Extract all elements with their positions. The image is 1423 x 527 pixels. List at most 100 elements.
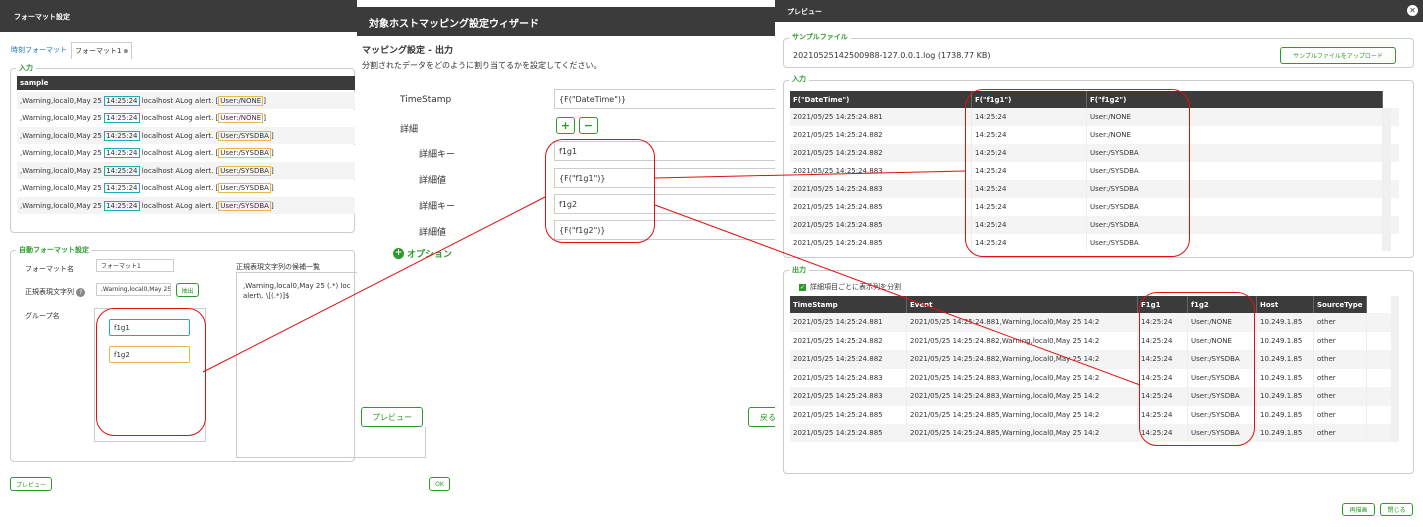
close-icon[interactable]: ✕ xyxy=(1407,5,1418,16)
output-column-header[interactable]: Event xyxy=(907,296,1138,313)
output-column-header[interactable]: TimeStamp xyxy=(790,296,907,313)
sample-row: ,Warning,local0,May 25 14:25:24 localhos… xyxy=(17,92,355,109)
output-table-row[interactable]: 2021/05/25 14:25:24.882 2021/05/25 14:25:… xyxy=(790,350,1391,369)
output-table-cell: 10.249.1.85 xyxy=(1257,424,1314,442)
output-column-header[interactable]: Host xyxy=(1257,296,1314,313)
redisplay-button[interactable]: 再描画 xyxy=(1342,503,1375,516)
auto-format-legend: 自動フォーマット設定 xyxy=(16,245,92,255)
format-name-input[interactable]: フォーマット1 xyxy=(96,259,174,272)
output-table-cell: 2021/05/25 14:25:24.882,Warning,local0,M… xyxy=(907,350,1138,369)
format-settings-title: フォーマット設定 xyxy=(0,0,357,32)
output-table-cell: 2021/05/25 14:25:24.885,Warning,local0,M… xyxy=(907,405,1138,424)
output-table-row[interactable]: 2021/05/25 14:25:24.885 2021/05/25 14:25:… xyxy=(790,405,1391,424)
input-legend: 入力 xyxy=(16,63,36,73)
sample-text: localhost ALog alert. [ xyxy=(139,131,219,140)
output-table-cell: other xyxy=(1314,313,1367,332)
sample-row: ,Warning,local0,May 25 14:25:24 localhos… xyxy=(17,127,355,144)
detail-key-label-2: 詳細キー xyxy=(419,202,456,212)
detail-highlight-circle xyxy=(545,139,655,243)
input-table-cell: 2021/05/25 14:25:24.885 xyxy=(790,198,972,216)
sample-text: ,Warning,local0,May 25 xyxy=(20,131,105,140)
sample-text: ] xyxy=(263,114,266,122)
sample-row: ,Warning,local0,May 25 14:25:24 localhos… xyxy=(17,197,355,214)
output-table-row[interactable]: 2021/05/25 14:25:24.883 2021/05/25 14:25:… xyxy=(790,368,1391,387)
output-table-row[interactable]: 2021/05/25 14:25:24.885 2021/05/25 14:25:… xyxy=(790,424,1391,442)
sample-row: ,Warning,local0,May 25 14:25:24 localhos… xyxy=(17,179,355,197)
output-table-header: TimeStamp Event F1g1 f1g2 Host SourceType xyxy=(790,296,1391,313)
sample-user-tag: User:/SYSDBA xyxy=(218,148,271,158)
output-column-header[interactable]: SourceType xyxy=(1314,296,1367,313)
tab-time-format[interactable]: 時刻フォーマット xyxy=(11,45,67,55)
output-table-cell: 2021/05/25 14:25:24.882 xyxy=(790,331,907,350)
help-icon[interactable]: ? xyxy=(76,288,86,297)
group-name-label: グループ名 xyxy=(25,312,60,320)
remove-detail-button[interactable]: − xyxy=(579,117,598,134)
wizard-section-title: マッピング設定 - 出力 xyxy=(362,46,454,56)
sample-text: ] xyxy=(270,166,274,175)
input-table-cell: 2021/05/25 14:25:24.885 xyxy=(790,216,972,234)
close-icon[interactable]: ⊗ xyxy=(121,48,128,55)
wizard-preview-button[interactable]: プレビュー xyxy=(361,407,423,427)
sample-user-tag: User:/NONE xyxy=(218,113,264,123)
close-button[interactable]: 閉じる xyxy=(1380,503,1413,516)
split-columns-checkbox[interactable]: ✓ 詳細項目ごとに表示列を分割 xyxy=(799,282,901,292)
sample-text: ,Warning,local0,May 25 xyxy=(20,201,105,210)
regex-input[interactable]: ,Warning,local0,May 25 xyxy=(96,283,171,296)
input-column-header[interactable]: F("DateTime") xyxy=(790,91,972,108)
tab-format1-label: フォーマット1 xyxy=(75,47,122,55)
output-table-cell: other xyxy=(1314,350,1367,369)
output-table-cell: 10.249.1.85 xyxy=(1257,368,1314,387)
sample-table-header: sample xyxy=(17,76,355,90)
sample-table: sample ,Warning,local0,May 25 14:25:24 l… xyxy=(17,76,355,233)
output-table-cell: other xyxy=(1314,368,1367,387)
add-detail-button[interactable]: + xyxy=(556,117,575,134)
output-table-cell: 2021/05/25 14:25:24.883,Warning,local0,M… xyxy=(907,368,1138,387)
sample-text: ,Warning,local0,May 25 xyxy=(20,149,105,157)
detail-label: 詳細 xyxy=(400,125,419,135)
preview-output-legend: 出力 xyxy=(789,265,809,275)
sample-text: localhost ALog alert. [ xyxy=(139,96,219,105)
checkbox-checked-icon[interactable]: ✓ xyxy=(799,283,806,291)
sample-header-label: sample xyxy=(20,79,49,87)
output-table-cell: other xyxy=(1314,331,1367,350)
preview-titlebar: プレビュー ✕ xyxy=(775,0,1423,22)
tab-format1[interactable]: フォーマット1 ⊗ xyxy=(71,42,133,59)
sample-text: ] xyxy=(270,201,274,210)
output-scrollbar[interactable] xyxy=(1391,296,1399,442)
input-scrollbar[interactable] xyxy=(1383,108,1391,251)
preview-input-legend: 入力 xyxy=(789,74,809,84)
sample-text: ,Warning,local0,May 25 xyxy=(20,96,105,105)
sample-time-tag: 14:25:24 xyxy=(104,200,140,211)
upload-sample-button[interactable]: サンプルファイルをアップロード xyxy=(1280,47,1396,64)
output-table-cell: 2021/05/25 14:25:24.885,Warning,local0,M… xyxy=(907,424,1138,442)
output-table-cell: other xyxy=(1314,405,1367,424)
left-preview-button[interactable]: プレビュー xyxy=(10,477,52,491)
output-table-row[interactable]: 2021/05/25 14:25:24.881 2021/05/25 14:25:… xyxy=(790,313,1391,332)
regex-label: 正規表現文字列 ? xyxy=(25,287,86,297)
timestamp-input[interactable]: {F("DateTime")} xyxy=(554,89,780,109)
sample-user-tag: User:/NONE xyxy=(218,95,264,106)
output-table-row[interactable]: 2021/05/25 14:25:24.882 2021/05/25 14:25:… xyxy=(790,331,1391,350)
sample-time-tag: 14:25:24 xyxy=(104,130,140,141)
output-table-cell: 10.249.1.85 xyxy=(1257,313,1314,332)
extract-button[interactable]: 抽出 xyxy=(176,283,199,297)
sample-text: ] xyxy=(263,96,266,105)
detail-key-label-1: 詳細キー xyxy=(419,150,456,160)
output-table-row[interactable]: 2021/05/25 14:25:24.883 2021/05/25 14:25:… xyxy=(790,387,1391,406)
ok-button[interactable]: OK xyxy=(429,477,450,491)
sample-user-tag: User:/SYSDBA xyxy=(218,165,271,176)
option-toggle[interactable]: + オプション xyxy=(393,247,452,260)
input-highlight-circle xyxy=(965,89,1190,257)
output-table-cell: other xyxy=(1314,424,1367,442)
format-name-label: フォーマット名 xyxy=(25,265,74,273)
detail-value-label-1: 詳細値 xyxy=(419,176,447,186)
sample-text: localhost ALog alert. [ xyxy=(139,201,219,210)
sample-user-tag: User:/SYSDBA xyxy=(218,130,271,141)
output-table-cell: 10.249.1.85 xyxy=(1257,331,1314,350)
output-table-cell: 10.249.1.85 xyxy=(1257,405,1314,424)
wizard-panel: 対象ホストマッピング設定ウィザード マッピング設定 - 出力 分割されたデータを… xyxy=(357,7,780,427)
output-highlight-circle xyxy=(1139,292,1255,446)
output-table-cell: 2021/05/25 14:25:24.881,Warning,local0,M… xyxy=(907,313,1138,332)
sample-text: localhost ALog alert. [ xyxy=(139,114,219,122)
input-table-cell: 2021/05/25 14:25:24.881 xyxy=(790,108,972,126)
